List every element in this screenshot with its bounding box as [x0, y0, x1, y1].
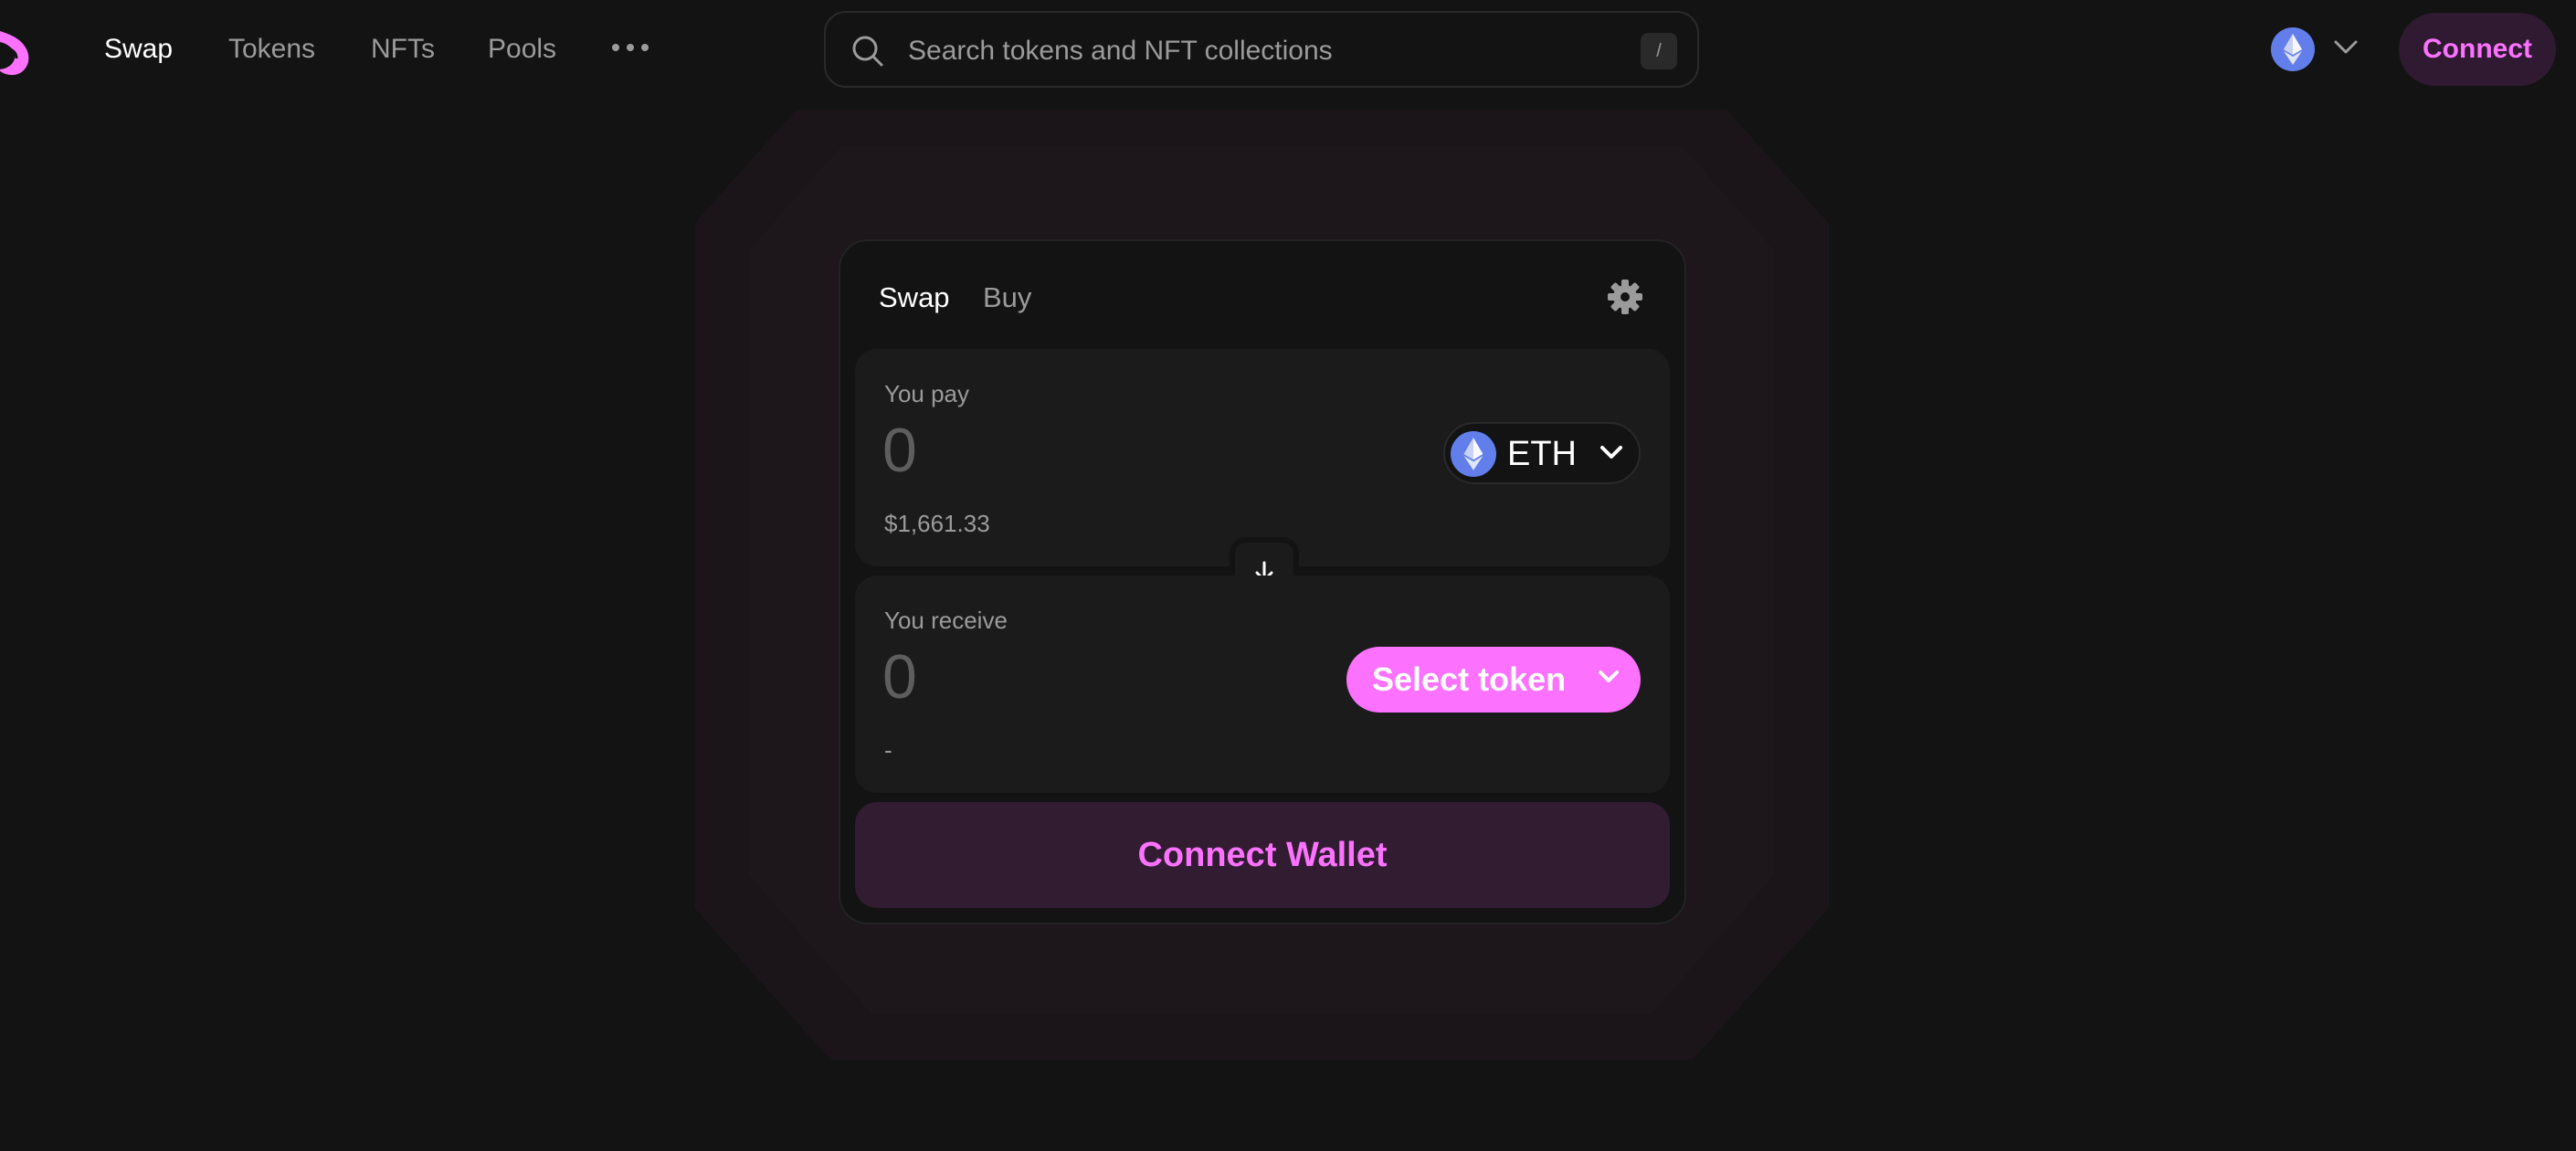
pay-fiat-value: $1,661.33: [884, 510, 990, 537]
receive-amount-input[interactable]: [881, 641, 1323, 713]
network-selector[interactable]: [2267, 22, 2368, 77]
nav-swap[interactable]: Swap: [104, 31, 173, 68]
tab-buy[interactable]: Buy: [983, 280, 1031, 316]
tab-swap[interactable]: Swap: [879, 280, 950, 316]
chevron-down-icon: [1599, 671, 1619, 682]
ethereum-icon: [2271, 27, 2315, 71]
chevron-down-icon: [2334, 40, 2358, 54]
gear-icon[interactable]: [1606, 278, 1644, 316]
pay-amount-input[interactable]: [881, 415, 1323, 486]
swap-card: Swap Buy You pay $1,661.33 ETH: [839, 239, 1686, 924]
receive-panel: You receive - Select token: [855, 576, 1670, 793]
chevron-down-icon: [1600, 446, 1622, 459]
top-nav: Swap Tokens NFTs Pools / Connect: [0, 0, 2576, 99]
pay-label: You pay: [884, 380, 970, 407]
pay-token-symbol: ETH: [1507, 435, 1577, 473]
search-bar[interactable]: /: [824, 11, 1699, 88]
select-token-button[interactable]: Select token: [1346, 647, 1641, 713]
search-shortcut-badge: /: [1641, 33, 1677, 69]
connect-wallet-button[interactable]: Connect Wallet: [855, 802, 1670, 908]
search-input[interactable]: [906, 29, 1549, 73]
connect-button[interactable]: Connect: [2399, 13, 2556, 86]
pay-panel: You pay $1,661.33 ETH: [855, 349, 1670, 566]
nav-tokens[interactable]: Tokens: [228, 31, 315, 68]
nav-pools[interactable]: Pools: [488, 31, 556, 68]
receive-label: You receive: [884, 607, 1008, 634]
search-icon: [852, 36, 883, 67]
more-dots-icon[interactable]: [608, 33, 652, 62]
receive-fiat-value: -: [884, 736, 892, 764]
unicorn-logo-icon[interactable]: [0, 26, 40, 79]
select-token-label: Select token: [1372, 660, 1567, 698]
ethereum-icon: [1451, 431, 1496, 477]
nav-nfts[interactable]: NFTs: [371, 31, 435, 68]
pay-token-selector[interactable]: ETH: [1443, 422, 1641, 484]
